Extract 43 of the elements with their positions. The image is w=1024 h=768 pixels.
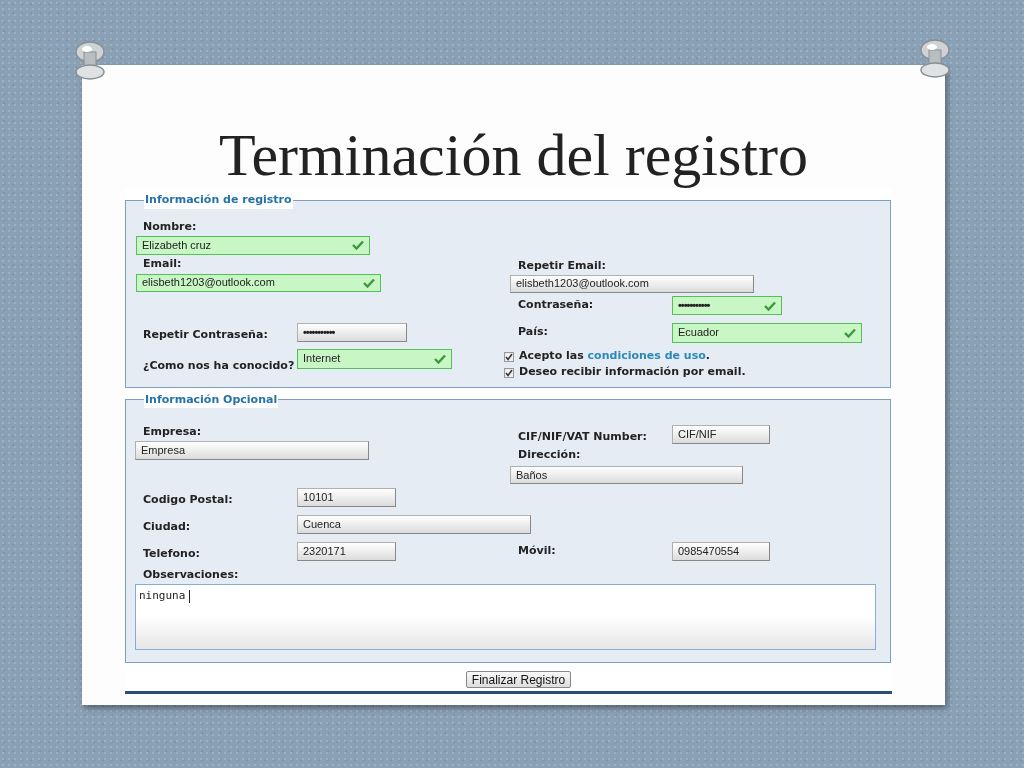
check-icon [352, 240, 364, 250]
slide-title: Terminación del registro [219, 125, 808, 188]
field-label: Repetir Contraseña: [143, 326, 269, 343]
field-label: Telefono: [143, 545, 201, 562]
password-field[interactable]: ••••••••••• [297, 323, 407, 342]
input-field[interactable]: 0985470554 [672, 542, 770, 561]
check-icon [844, 327, 856, 338]
input-field[interactable]: Empresa [135, 441, 369, 460]
input-field[interactable]: elisbeth1203@outlook.com [136, 273, 381, 292]
check-icon [434, 353, 446, 364]
observations-textarea[interactable]: ninguna [135, 584, 876, 650]
check-icon [363, 277, 375, 288]
field-label: Contraseña: [518, 297, 595, 314]
input-field[interactable]: 10101 [297, 488, 396, 507]
input-field[interactable]: 2320171 [297, 542, 396, 561]
section-legend: Información Opcional [144, 391, 279, 408]
checkbox[interactable] [504, 367, 514, 378]
select-field[interactable]: Ecuador [672, 322, 862, 343]
field-label: País: [518, 324, 549, 341]
field-label: Repetir Email: [518, 257, 606, 274]
input-field[interactable]: Baños [510, 466, 743, 484]
input-field[interactable]: elisbeth1203@outlook.com [510, 274, 754, 293]
submit-button[interactable]: Finalizar Registro [465, 671, 572, 688]
field-label: CIF/NIF/VAT Number: [518, 428, 648, 445]
field-label: Móvil: [518, 543, 557, 560]
checkbox-label: Deseo recibir información por email. [519, 364, 746, 381]
field-label: Dirección: [518, 446, 581, 463]
password-field[interactable]: ••••••••••• [672, 296, 782, 315]
field-label: ¿Como nos ha conocido? [143, 357, 296, 374]
checkbox[interactable] [504, 351, 514, 362]
checkbox-label: Acepto las condiciones de uso. [519, 348, 710, 365]
field-label: Nombre: [143, 218, 197, 235]
section-legend: Información de registro [144, 192, 293, 209]
check-icon [764, 300, 776, 311]
input-field[interactable]: Cuenca [297, 515, 531, 534]
select-field[interactable]: Internet [297, 348, 452, 369]
field-label: Email: [143, 255, 182, 272]
field-label: Codigo Postal: [143, 491, 234, 508]
field-label: Observaciones: [143, 567, 239, 584]
field-label: Empresa: [143, 424, 202, 441]
field-label: Ciudad: [143, 518, 192, 535]
input-field[interactable]: Elizabeth cruz [136, 235, 370, 255]
input-field[interactable]: CIF/NIF [672, 425, 770, 444]
